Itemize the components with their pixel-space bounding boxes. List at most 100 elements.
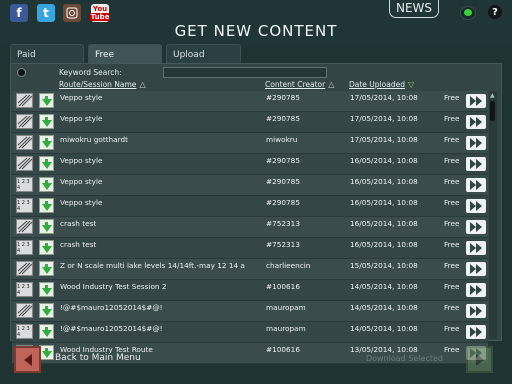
tab-paid[interactable]: Paid: [10, 44, 84, 64]
play-arrow-icon: [476, 201, 482, 211]
forward-arrow-icon: [475, 353, 484, 366]
list-item[interactable]: 1 2 3 4 crash test #752313 16/05/2014, 10:0…: [12, 238, 488, 259]
sort-active-triangle-icon: ▽: [407, 80, 415, 89]
column-route-name[interactable]: Route/Session Name △: [59, 80, 146, 89]
youtube-icon-top: You: [92, 5, 108, 13]
row-details-button[interactable]: [466, 304, 486, 318]
facebook-icon[interactable]: f: [10, 4, 28, 22]
download-icon[interactable]: [39, 198, 54, 213]
row-price: Free: [444, 177, 460, 186]
download-icon[interactable]: [39, 114, 54, 129]
row-name: !@#$mauro12052014$#@!: [60, 303, 163, 312]
route-type-icon: [16, 261, 33, 276]
list-item[interactable]: 1 2 3 4 Wood Industry Test Session 2 #1006…: [12, 280, 488, 301]
row-details-button[interactable]: [466, 94, 486, 108]
list-item[interactable]: 1 2 3 4 Veppo style #290785 16/05/2014, 10:…: [12, 196, 488, 217]
scroll-up-icon[interactable]: ▲: [490, 92, 495, 99]
tab-upload[interactable]: Upload: [166, 44, 241, 64]
column-route-name-label: Route/Session Name: [59, 80, 137, 89]
list-item[interactable]: Veppo style #290785 17/05/2014, 10:08 Free: [12, 91, 488, 112]
select-all-radio[interactable]: [17, 68, 26, 77]
row-details-button[interactable]: [466, 241, 486, 255]
play-arrow-icon: [476, 222, 482, 232]
row-date: 14/05/2014, 10:08: [350, 303, 418, 312]
row-details-button[interactable]: [466, 157, 486, 171]
row-date: 13/05/2014, 10:08: [350, 345, 418, 354]
row-price: Free: [444, 135, 460, 144]
row-price: Free: [444, 345, 460, 354]
download-icon[interactable]: [39, 282, 54, 297]
help-button[interactable]: ?: [488, 5, 502, 19]
row-price: Free: [444, 219, 460, 228]
list-item[interactable]: Veppo style #290785 16/05/2014, 10:08 Free: [12, 154, 488, 175]
download-icon[interactable]: [39, 135, 54, 150]
list-item[interactable]: Z or N scale multi lake levels 14/14ft.-…: [12, 259, 488, 280]
tab-free[interactable]: Free: [88, 44, 162, 64]
news-button[interactable]: NEWS: [389, 0, 439, 18]
row-name: Veppo style: [60, 114, 103, 123]
list-item[interactable]: miwokru gotthardt miwokru 17/05/2014, 10:0…: [12, 133, 488, 154]
row-price: Free: [444, 324, 460, 333]
scrollbar-thumb[interactable]: [490, 101, 495, 121]
row-details-button[interactable]: [466, 262, 486, 276]
back-arrow-icon: [23, 353, 32, 366]
row-details-button[interactable]: [466, 199, 486, 213]
download-selected-label: Download Selected: [366, 354, 443, 363]
row-details-button[interactable]: [466, 136, 486, 150]
row-details-button[interactable]: [466, 325, 486, 339]
download-icon[interactable]: [39, 261, 54, 276]
list-item[interactable]: Veppo style #290785 17/05/2014, 10:08 Free: [12, 112, 488, 133]
row-details-button[interactable]: [466, 220, 486, 234]
youtube-icon[interactable]: You Tube: [89, 4, 111, 22]
youtube-icon-bottom: Tube: [89, 13, 111, 21]
row-price: Free: [444, 198, 460, 207]
list-item[interactable]: crash test #752313 16/05/2014, 10:08 Free: [12, 217, 488, 238]
instagram-icon[interactable]: [63, 4, 81, 22]
session-type-icon: 1 2 3 4: [16, 240, 33, 255]
download-icon[interactable]: [39, 177, 54, 192]
row-date: 16/05/2014, 10:08: [350, 156, 418, 165]
row-details-button[interactable]: [466, 115, 486, 129]
download-icon[interactable]: [39, 93, 54, 108]
row-creator: mauropam: [266, 324, 306, 333]
session-type-icon: 1 2 3 4: [16, 198, 33, 213]
row-name: Veppo style: [60, 93, 103, 102]
column-date-uploaded[interactable]: Date Uploaded ▽: [349, 80, 414, 89]
row-price: Free: [444, 240, 460, 249]
list-item[interactable]: 1 2 3 4 !@#$mauro12052014$#@! mauropam 14/0…: [12, 322, 488, 343]
row-name: Wood Industry Test Session 2: [60, 282, 167, 291]
download-selected-button[interactable]: [466, 346, 493, 373]
list-item[interactable]: 1 2 3 4 Veppo style #290785 16/05/2014, 10:…: [12, 175, 488, 196]
row-creator: #290785: [266, 198, 300, 207]
keyword-search-input[interactable]: [163, 67, 327, 78]
play-arrow-icon: [476, 285, 482, 295]
play-arrow-icon: [476, 327, 482, 337]
row-price: Free: [444, 282, 460, 291]
scrollbar[interactable]: ▲: [489, 91, 497, 339]
play-arrow-icon: [476, 243, 482, 253]
status-indicator-icon[interactable]: [460, 6, 476, 20]
row-date: 16/05/2014, 10:08: [350, 177, 418, 186]
row-date: 16/05/2014, 10:08: [350, 240, 418, 249]
list-item[interactable]: !@#$mauro12052014$#@! mauropam 14/05/2014,…: [12, 301, 488, 322]
twitter-icon[interactable]: t: [37, 4, 55, 22]
download-icon[interactable]: [39, 240, 54, 255]
column-date-label: Date Uploaded: [349, 80, 405, 89]
back-label[interactable]: Back to Main Menu: [55, 353, 141, 363]
row-name: crash test: [60, 240, 97, 249]
column-creator-label: Content Creator: [265, 80, 326, 89]
back-button[interactable]: [14, 346, 41, 373]
row-creator: #290785: [266, 177, 300, 186]
row-details-button[interactable]: [466, 178, 486, 192]
download-icon[interactable]: [39, 219, 54, 234]
row-name: Veppo style: [60, 177, 103, 186]
keyword-search-label: Keyword Search:: [59, 68, 122, 77]
download-icon[interactable]: [39, 156, 54, 171]
row-creator: mauropam: [266, 303, 306, 312]
download-icon[interactable]: [39, 345, 54, 360]
route-type-icon: [16, 114, 33, 129]
row-details-button[interactable]: [466, 283, 486, 297]
download-icon[interactable]: [39, 303, 54, 318]
download-icon[interactable]: [39, 324, 54, 339]
column-content-creator[interactable]: Content Creator △: [265, 80, 334, 89]
